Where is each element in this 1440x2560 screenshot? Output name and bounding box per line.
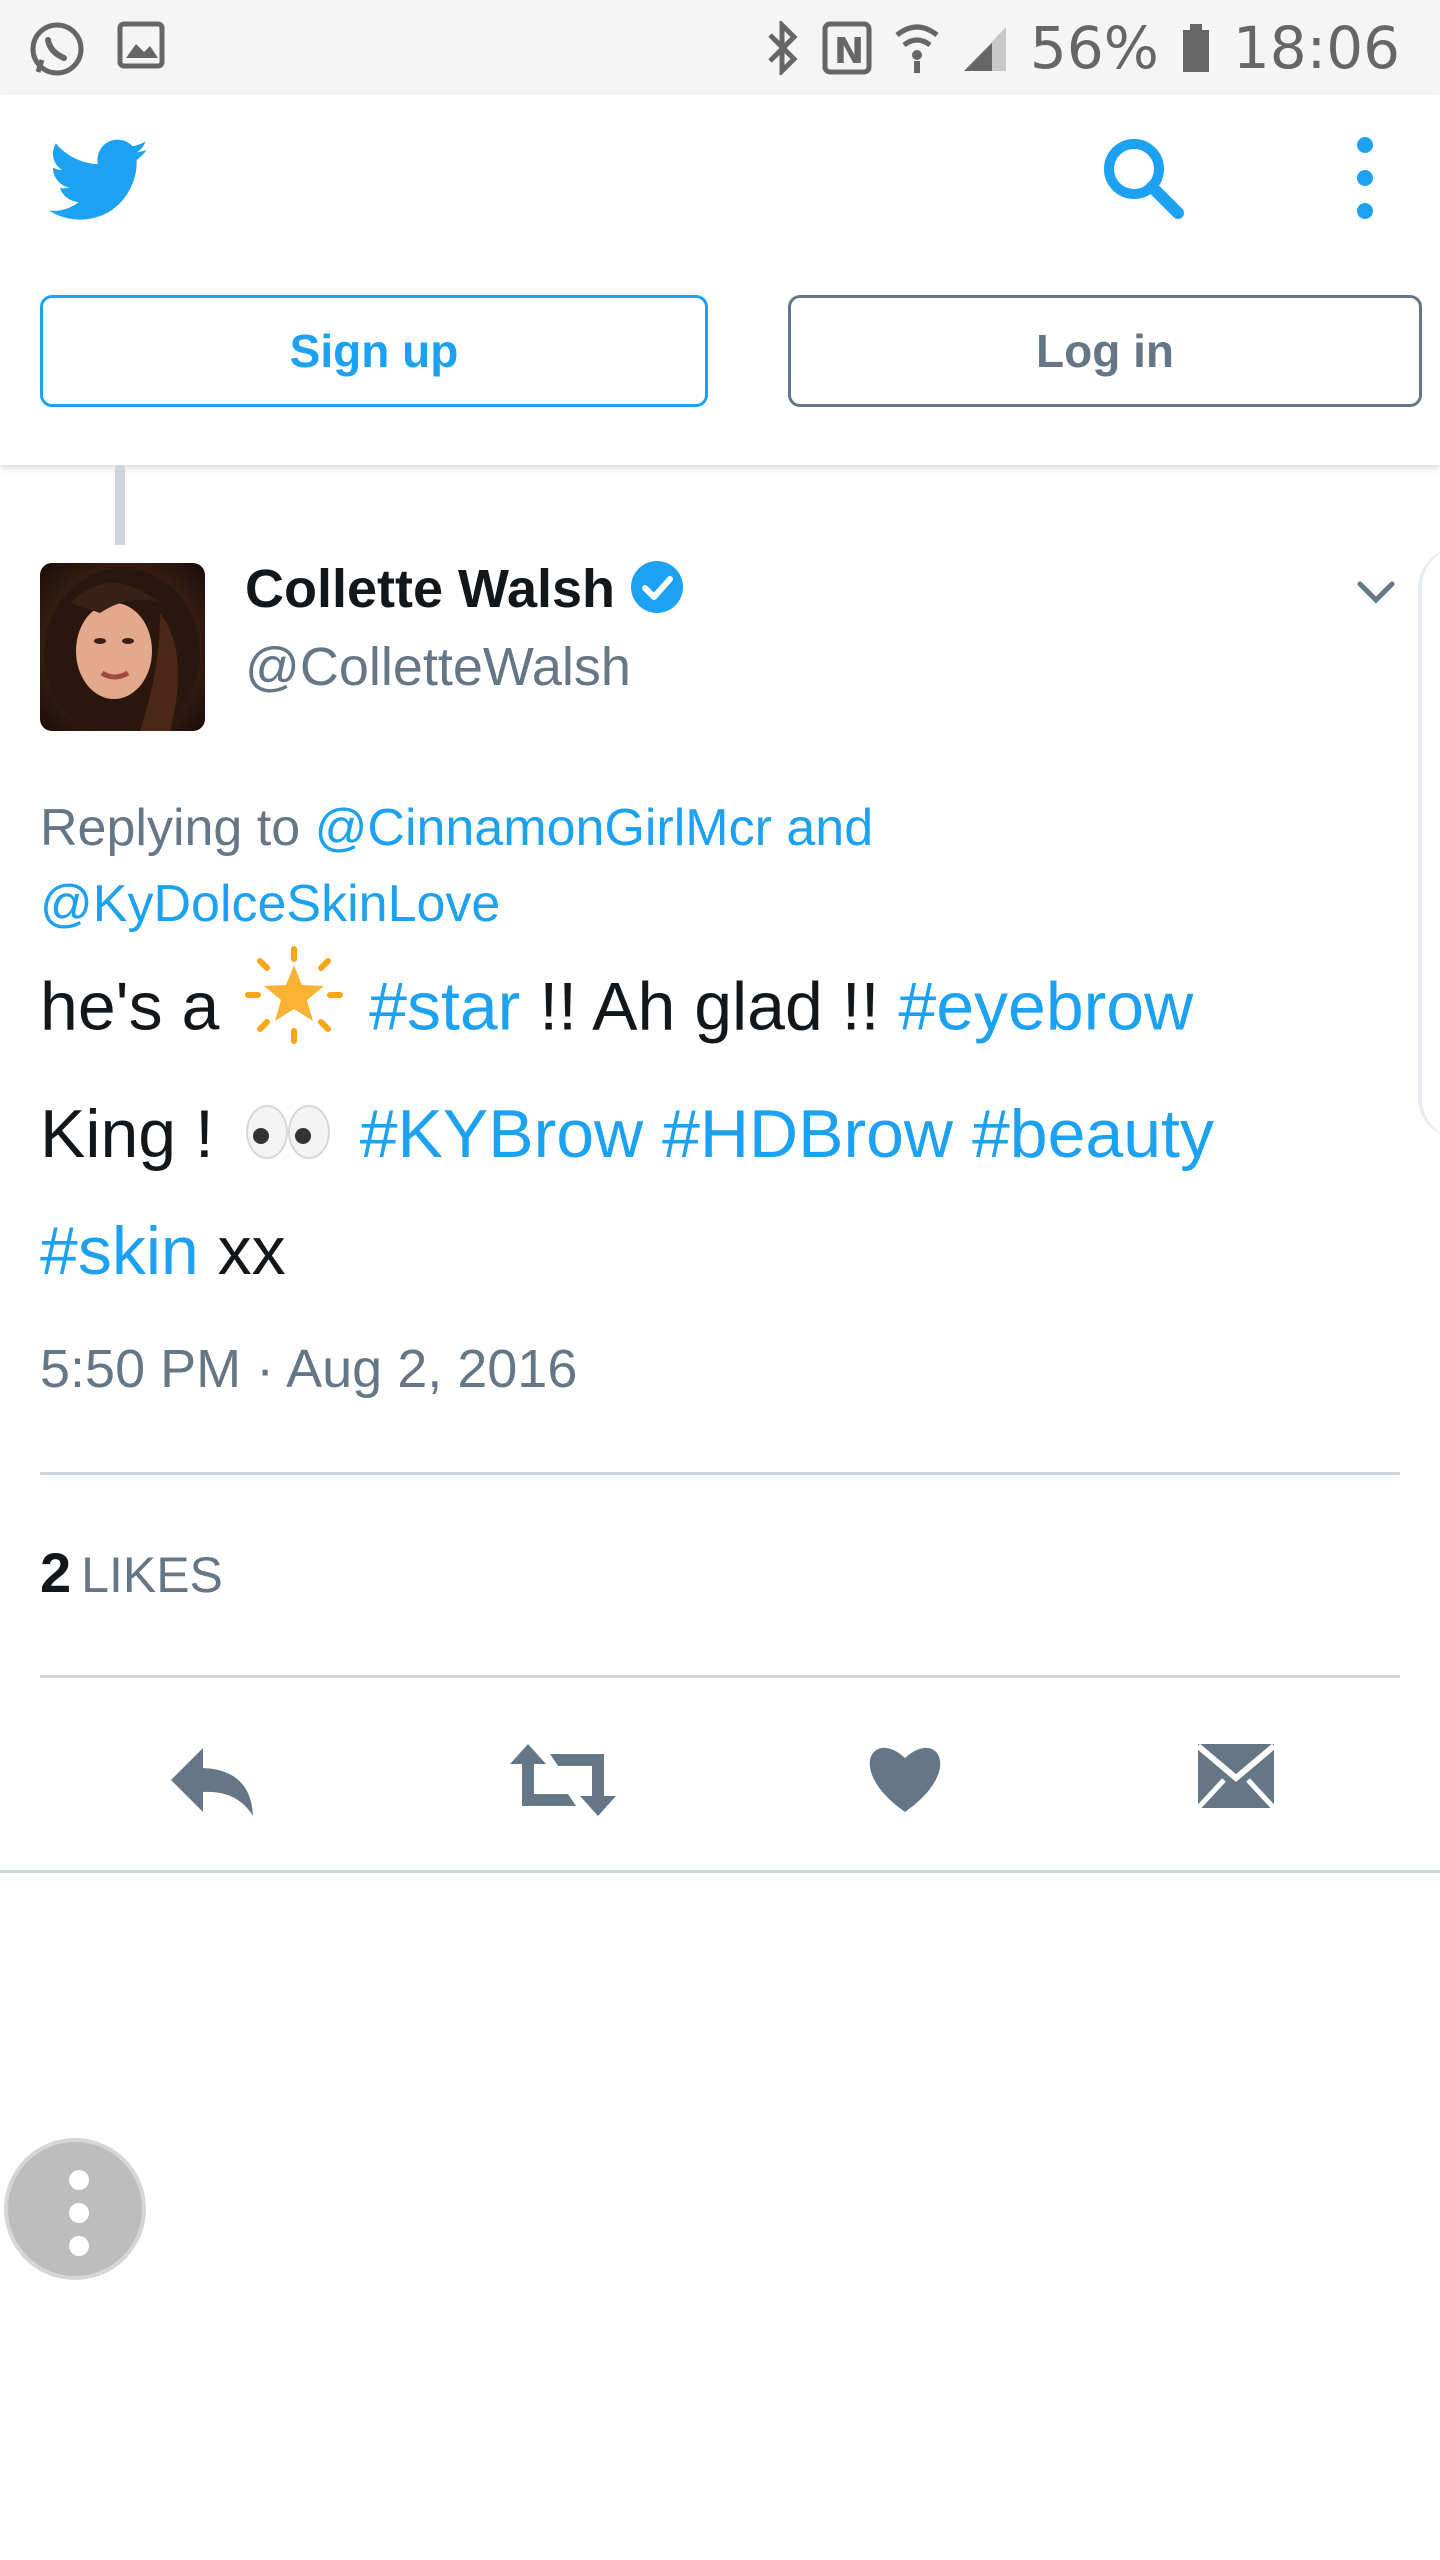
signal-icon <box>962 23 1008 73</box>
divider <box>40 1675 1400 1678</box>
replying-prefix: Replying to <box>40 799 301 857</box>
bluetooth-icon <box>764 21 800 75</box>
status-bar: N 56% 18:06 <box>0 0 1440 95</box>
verified-badge-icon <box>629 559 685 620</box>
signup-button[interactable]: Sign up <box>40 295 708 407</box>
reply-mention-link[interactable]: @CinnamonGirlMcr <box>315 799 772 857</box>
eyes-emoji-icon <box>239 1083 335 1195</box>
replying-to: Replying to @CinnamonGirlMcr and @KyDolc… <box>40 790 1400 942</box>
reply-mention-link[interactable]: @KyDolceSkinLove <box>40 875 500 933</box>
gallery-icon <box>116 20 166 78</box>
author-row: Collette Walsh <box>245 558 685 620</box>
login-button[interactable]: Log in <box>788 295 1422 407</box>
twitter-bird-icon[interactable] <box>45 130 155 235</box>
reply-icon[interactable] <box>165 1740 260 1825</box>
search-icon[interactable] <box>1098 133 1188 228</box>
whatsapp-icon <box>28 20 86 78</box>
likes-stat[interactable]: 2 LIKES <box>40 1540 223 1605</box>
svg-text:N: N <box>834 31 864 72</box>
divider <box>40 1472 1400 1475</box>
like-heart-icon[interactable] <box>865 1740 945 1821</box>
tweet-text: he's a <box>40 968 220 1045</box>
hashtag-link[interactable]: #eyebrow <box>898 968 1193 1044</box>
dot-icon <box>69 2203 89 2223</box>
hashtag-link[interactable]: #KYBrow <box>360 1096 643 1172</box>
battery-icon <box>1181 22 1211 74</box>
reply-and[interactable]: and <box>786 799 873 857</box>
app-header: Sign up Log in <box>0 95 1440 465</box>
tweet-text: King ! <box>40 1096 214 1172</box>
nfc-icon: N <box>822 21 872 75</box>
author-handle[interactable]: @ColletteWalsh <box>245 636 631 698</box>
card-edge <box>1418 548 1440 1138</box>
tweet-text: xx <box>217 1213 286 1290</box>
wifi-icon <box>894 21 940 75</box>
tweet-timestamp[interactable]: 5:50 PM · Aug 2, 2016 <box>40 1338 577 1400</box>
dot-icon <box>69 2236 89 2256</box>
hashtag-link[interactable]: #HDBrow <box>662 1096 953 1172</box>
divider <box>0 1870 1440 1873</box>
clock: 18:06 <box>1232 14 1400 82</box>
chevron-down-icon[interactable] <box>1356 578 1396 613</box>
avatar[interactable] <box>40 563 205 731</box>
author-name[interactable]: Collette Walsh <box>245 558 615 620</box>
retweet-icon[interactable] <box>508 1740 618 1825</box>
likes-count: 2 <box>40 1541 72 1604</box>
thread-connector <box>115 465 125 545</box>
likes-label: LIKES <box>81 1547 223 1603</box>
dot-icon <box>69 2170 89 2190</box>
more-options-icon[interactable] <box>1350 133 1380 228</box>
tweet-body: he's a #star !! Ah glad !! #eyebrow King… <box>40 945 1410 1307</box>
hashtag-link[interactable]: #skin <box>40 1213 199 1289</box>
battery-percent: 56% <box>1029 14 1159 82</box>
tweet-actions <box>0 1740 1440 1830</box>
star-emoji-icon <box>244 945 344 1078</box>
direct-message-icon[interactable] <box>1194 1740 1278 1817</box>
hashtag-link[interactable]: #star <box>369 968 520 1044</box>
floating-menu-button[interactable] <box>4 2138 146 2280</box>
hashtag-link[interactable]: #beauty <box>972 1096 1214 1172</box>
tweet-text: !! Ah glad !! <box>539 968 880 1045</box>
